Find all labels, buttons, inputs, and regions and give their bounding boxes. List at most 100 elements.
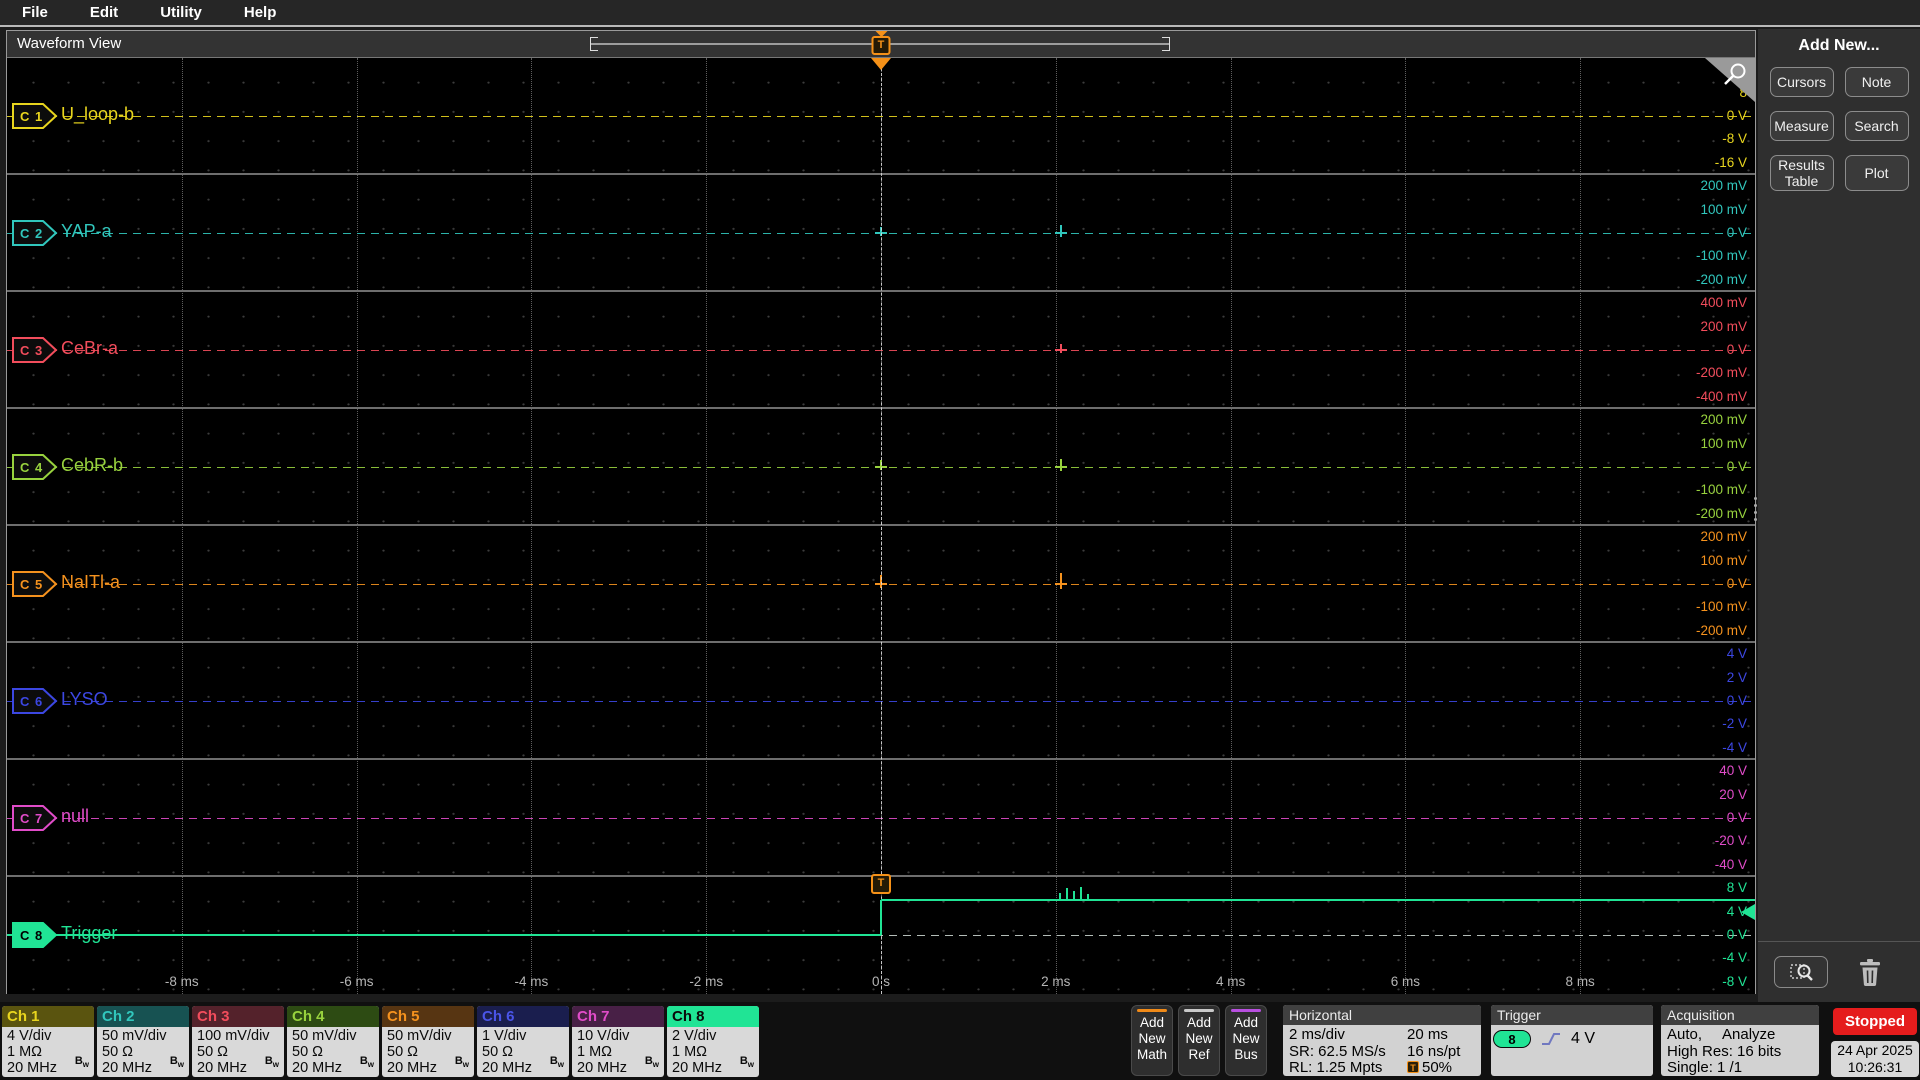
channel-name-label[interactable]: YAP-a xyxy=(61,221,112,242)
horizontal-panel[interactable]: Horizontal 2 ms/div 20 ms SR: 62.5 MS/s … xyxy=(1283,1005,1481,1076)
footer-channel-settings: 50 mV/div 50 Ω 20 MHz Bw xyxy=(97,1027,189,1076)
footer-channel-badge[interactable]: Ch 4 50 mV/div 50 Ω 20 MHz Bw xyxy=(287,1006,379,1077)
footer-channel-badge[interactable]: Ch 1 4 V/div 1 MΩ 20 MHz Bw xyxy=(2,1006,94,1077)
horizontal-row-right: 20 ms xyxy=(1407,1026,1448,1043)
footer-channel-badge[interactable]: Ch 6 1 V/div 50 Ω 20 MHz Bw xyxy=(477,1006,569,1077)
rising-edge-icon xyxy=(1542,1033,1560,1045)
channel-name-label[interactable]: CebR-b xyxy=(61,455,123,476)
acquisition-panel-body: Auto, Analyze High Res: 16 bits Single: 1 … xyxy=(1667,1026,1782,1076)
footer-channel-badge[interactable]: Ch 3 100 mV/div 50 Ω 20 MHz Bw xyxy=(192,1006,284,1077)
add-button-accent xyxy=(1184,1009,1214,1012)
horizontal-panel-body: 2 ms/div 20 ms SR: 62.5 MS/s 16 ns/pt RL… xyxy=(1283,1025,1481,1076)
scale-label: 0 V xyxy=(1726,576,1747,591)
bandwidth-limit-icon: Bw xyxy=(74,1054,89,1069)
trigger-level-arrow-icon[interactable] xyxy=(1741,903,1755,920)
add-new-button-grid: Cursors Note Measure Search Results Table Plo… xyxy=(1758,67,1920,191)
add-new-panel-button[interactable]: Cursors xyxy=(1769,67,1834,97)
menu-bar: File Edit Utility Help xyxy=(0,0,1920,27)
trigger-source-marker-icon[interactable]: T xyxy=(871,874,891,894)
trigger-position-icon: T xyxy=(1407,1061,1419,1073)
add-new-title: Add New... xyxy=(1798,37,1880,54)
waveform-view-tab[interactable]: Waveform View T xyxy=(7,31,1755,58)
channel-badge[interactable]: C 2 xyxy=(12,220,58,246)
time-label: 4 ms xyxy=(1215,974,1246,989)
channel-badge[interactable]: C 8 xyxy=(12,922,58,948)
add-new-button[interactable]: Add New Ref xyxy=(1178,1005,1220,1076)
add-new-button[interactable]: Add New Bus xyxy=(1225,1005,1267,1076)
footer-channel-settings: 2 V/div 1 MΩ 20 MHz Bw xyxy=(667,1027,759,1076)
channel-name-label[interactable]: U_loop-b xyxy=(61,104,134,125)
scale-label: 0 V xyxy=(1726,693,1747,708)
time-label: -6 ms xyxy=(339,974,374,989)
bandwidth-limit-icon: Bw xyxy=(549,1054,564,1069)
panel-splitter-grip[interactable] xyxy=(1754,497,1757,521)
add-new-button[interactable]: Add New Math xyxy=(1131,1005,1173,1076)
trigger-panel[interactable]: Trigger 8 4 V xyxy=(1491,1005,1653,1076)
zoom-mode-button[interactable] xyxy=(1774,956,1828,988)
trigger-top-marker-icon[interactable] xyxy=(871,58,891,70)
channel-name-label[interactable]: CeBr-a xyxy=(61,338,118,359)
bandwidth-limit-icon: Bw xyxy=(644,1054,659,1069)
channel-badge-row: Ch 1 4 V/div 1 MΩ 20 MHz Bw Ch 2 50 mV/d… xyxy=(2,1006,759,1077)
time-label: -2 ms xyxy=(689,974,724,989)
scale-label: -200 mV xyxy=(1695,622,1747,638)
date-value: 24 Apr 2025 xyxy=(1837,1042,1913,1058)
corner-magnifier-icon[interactable] xyxy=(1705,58,1755,102)
scale-label: 0 V xyxy=(1726,459,1747,474)
scale-label: 100 mV xyxy=(1700,201,1747,217)
run-stop-status-button[interactable]: Stopped xyxy=(1833,1008,1917,1035)
footer-channel-badge[interactable]: Ch 7 10 V/div 1 MΩ 20 MHz Bw xyxy=(572,1006,664,1077)
channel-badge[interactable]: C 4 xyxy=(12,454,58,480)
channel-vdiv: 50 mV/div xyxy=(387,1028,452,1044)
time-value: 10:26:31 xyxy=(1847,1059,1903,1075)
footer-channel-badge[interactable]: Ch 5 50 mV/div 50 Ω 20 MHz Bw xyxy=(382,1006,474,1077)
channel-badge[interactable]: C 1 xyxy=(12,103,58,129)
channel-badge[interactable]: C 5 xyxy=(12,571,58,597)
add-new-panel-button[interactable]: Search xyxy=(1844,111,1909,141)
footer-channel-settings: 100 mV/div 50 Ω 20 MHz Bw xyxy=(192,1027,284,1076)
add-new-panel-button[interactable]: Note xyxy=(1844,67,1909,97)
footer-channel-badge[interactable]: Ch 2 50 mV/div 50 Ω 20 MHz Bw xyxy=(97,1006,189,1077)
trigger-position-flag[interactable]: T xyxy=(871,31,891,55)
add-button-label: Add New Ref xyxy=(1185,1015,1213,1062)
scale-label: -4 V xyxy=(1722,950,1747,966)
channel-name-label[interactable]: LYSO xyxy=(61,689,108,710)
channel-vdiv: 10 V/div xyxy=(577,1028,630,1044)
svg-text:C 6: C 6 xyxy=(20,694,43,709)
magnifier-icon xyxy=(1790,964,1813,981)
channel-vdiv: 50 mV/div xyxy=(292,1028,357,1044)
oscilloscope-app: File Edit Utility Help Waveform View T C 1 xyxy=(0,0,1920,1080)
channel-name-label[interactable]: Trigger xyxy=(61,923,117,944)
scale-label: 8 V xyxy=(1726,880,1747,896)
svg-text:C 1: C 1 xyxy=(20,109,43,124)
channel-badge[interactable]: C 6 xyxy=(12,688,58,714)
scale-label: 40 V xyxy=(1719,763,1747,779)
channel-name-label[interactable]: null xyxy=(61,806,89,827)
menu-item[interactable]: File xyxy=(22,4,48,21)
add-new-panel-button[interactable]: Measure xyxy=(1769,111,1834,141)
add-new-panel-button[interactable]: Plot xyxy=(1844,155,1909,191)
channel-name-label[interactable]: NaITl-a xyxy=(61,572,120,593)
menu-item[interactable]: Utility xyxy=(160,4,202,21)
acquisition-panel[interactable]: Acquisition Auto, Analyze High Res: 16 bi… xyxy=(1661,1005,1819,1076)
channel-badge[interactable]: C 3 xyxy=(12,337,58,363)
channel-badge[interactable]: C 7 xyxy=(12,805,58,831)
scale-label: -8 V xyxy=(1722,131,1747,147)
trash-icon[interactable] xyxy=(1858,958,1882,986)
scale-label: 0 V xyxy=(1726,225,1747,240)
scale-label: -200 mV xyxy=(1695,365,1747,381)
bandwidth-limit-icon: Bw xyxy=(359,1054,374,1069)
menu-item[interactable]: Help xyxy=(244,4,277,21)
horizontal-row-left: SR: 62.5 MS/s xyxy=(1289,1042,1386,1060)
horizontal-row: SR: 62.5 MS/s 16 ns/pt xyxy=(1289,1042,1475,1061)
scale-label: 200 mV xyxy=(1700,412,1747,428)
waveform-plot[interactable]: C 1 U_loop-b 80 V -8 V -16 V C 2 YAP-a 200… xyxy=(7,58,1755,994)
footer-channel-badge[interactable]: Ch 8 2 V/div 1 MΩ 20 MHz Bw xyxy=(667,1006,759,1077)
scale-label: 100 mV xyxy=(1700,552,1747,568)
add-new-panel-button[interactable]: Results Table xyxy=(1769,155,1834,191)
time-label: 2 ms xyxy=(1041,974,1071,989)
menu-item[interactable]: Edit xyxy=(90,4,118,21)
trigger-flag-t-icon: T xyxy=(871,36,891,55)
svg-text:C 2: C 2 xyxy=(20,226,43,241)
time-label: 0 s xyxy=(871,974,891,989)
